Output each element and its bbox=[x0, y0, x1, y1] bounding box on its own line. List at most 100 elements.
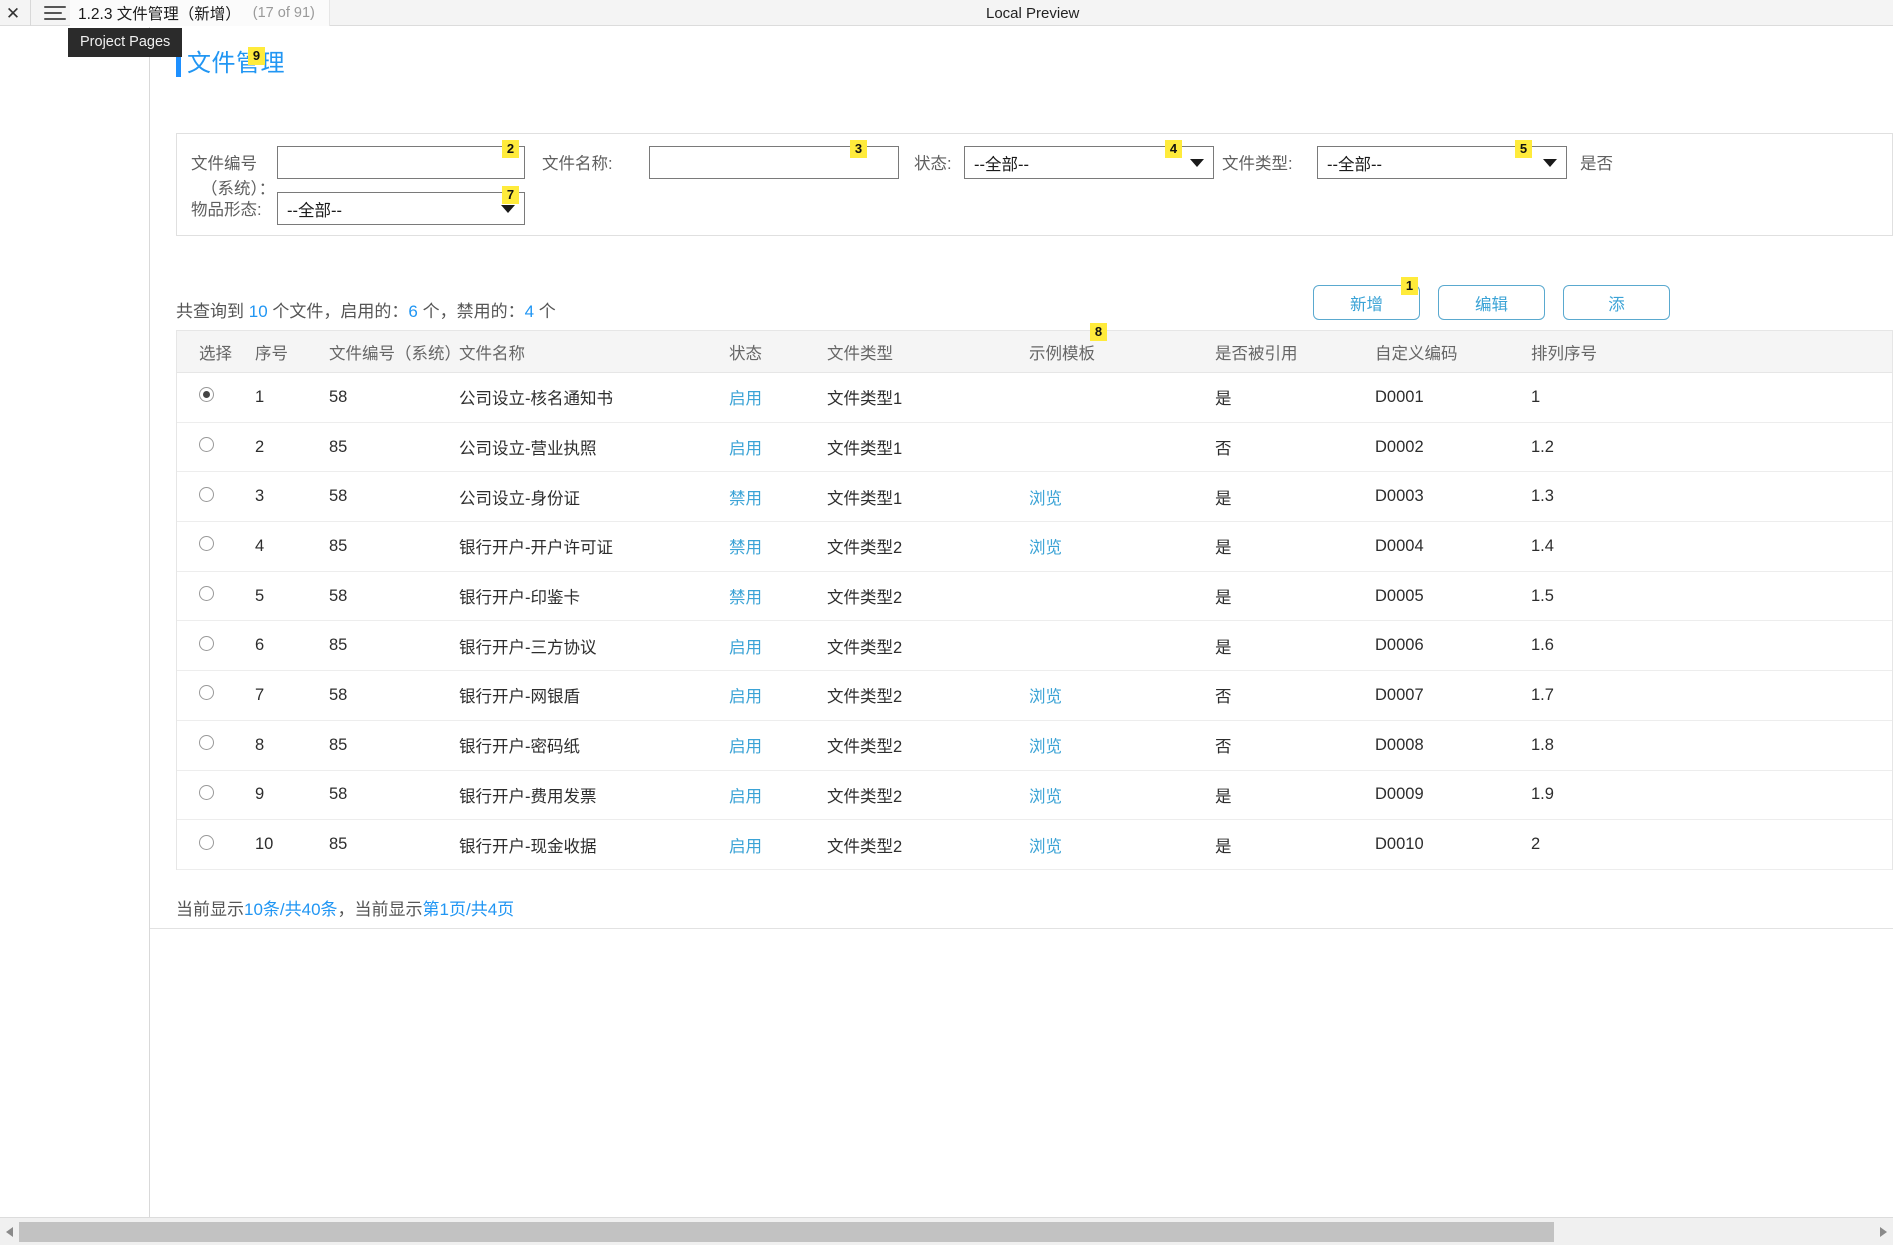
file-code-input[interactable] bbox=[277, 146, 525, 179]
row-seq: 8 bbox=[255, 735, 265, 754]
page-title-wrapper: 文件管理 bbox=[176, 51, 285, 77]
row-state: 禁用 bbox=[729, 489, 762, 508]
row-select-cell[interactable] bbox=[177, 387, 255, 407]
template-browse-link[interactable]: 浏览 bbox=[1029, 688, 1062, 706]
row-referenced: 是 bbox=[1215, 539, 1232, 558]
row-order: 1.6 bbox=[1531, 636, 1554, 655]
summary-mid2: 个，禁用的： bbox=[417, 302, 525, 321]
row-select-cell[interactable] bbox=[177, 834, 255, 855]
left-rail bbox=[0, 27, 149, 1217]
third-button[interactable]: 添 bbox=[1563, 285, 1670, 320]
radio-button[interactable] bbox=[199, 834, 214, 850]
chevron-down-icon bbox=[1543, 158, 1557, 167]
radio-button[interactable] bbox=[199, 586, 214, 602]
radio-button[interactable] bbox=[199, 685, 214, 701]
row-order: 1.5 bbox=[1531, 586, 1554, 605]
annotation-badge-1: 1 bbox=[1401, 277, 1418, 295]
template-browse-link[interactable]: 浏览 bbox=[1029, 788, 1062, 806]
row-file-name: 公司设立-身份证 bbox=[459, 489, 580, 508]
radio-button[interactable] bbox=[199, 735, 214, 751]
row-template-cell[interactable]: 浏览 bbox=[1029, 833, 1215, 857]
scroll-left-arrow-icon[interactable] bbox=[0, 1222, 19, 1242]
row-custom-code: D0008 bbox=[1375, 735, 1424, 754]
th-template: 示例模板 bbox=[1029, 344, 1095, 363]
row-file-name: 银行开户-网银盾 bbox=[459, 688, 580, 707]
radio-button[interactable] bbox=[199, 437, 214, 453]
row-file-code: 85 bbox=[329, 536, 348, 555]
th-referenced: 是否被引用 bbox=[1215, 344, 1298, 363]
table-row[interactable]: 8 85 银行开户-密码纸 启用 文件类型2 浏览 否 D0008 1.8 bbox=[177, 720, 1892, 771]
table-row[interactable]: 5 58 银行开户-印鉴卡 禁用 文件类型2 是 D0005 1.5 bbox=[177, 571, 1892, 622]
item-form-select[interactable]: --全部-- bbox=[277, 192, 525, 225]
row-template-cell[interactable]: 浏览 bbox=[1029, 733, 1215, 757]
table-row[interactable]: 3 58 公司设立-身份证 禁用 文件类型1 浏览 是 D0003 1.3 bbox=[177, 472, 1892, 523]
row-file-type: 文件类型2 bbox=[827, 787, 903, 806]
topbar-divider bbox=[30, 0, 31, 26]
th-state: 状态 bbox=[729, 344, 762, 363]
row-seq: 6 bbox=[255, 636, 265, 655]
row-file-name: 公司设立-核名通知书 bbox=[459, 390, 613, 409]
table-row[interactable]: 1 58 公司设立-核名通知书 启用 文件类型1 是 D0001 1 bbox=[177, 373, 1892, 423]
row-order: 1.9 bbox=[1531, 785, 1554, 804]
row-file-code: 85 bbox=[329, 735, 348, 754]
row-referenced: 是 bbox=[1215, 837, 1232, 856]
active-tab[interactable]: 1.2.3 文件管理（新增） (17 of 91) bbox=[70, 0, 330, 26]
template-browse-link[interactable]: 浏览 bbox=[1029, 838, 1062, 856]
row-file-type: 文件类型2 bbox=[827, 738, 903, 757]
row-select-cell[interactable] bbox=[177, 735, 255, 755]
row-select-cell[interactable] bbox=[177, 486, 255, 507]
row-custom-code: D0005 bbox=[1375, 586, 1424, 605]
row-file-code: 58 bbox=[329, 785, 348, 804]
row-state: 禁用 bbox=[729, 539, 762, 558]
row-select-cell[interactable] bbox=[177, 635, 255, 656]
table-row[interactable]: 4 85 银行开户-开户许可证 禁用 文件类型2 浏览 是 D0004 1.4 bbox=[177, 522, 1892, 572]
row-seq: 9 bbox=[255, 785, 265, 804]
row-order: 1.4 bbox=[1531, 536, 1554, 555]
horizontal-scrollbar[interactable] bbox=[0, 1217, 1893, 1245]
row-select-cell[interactable] bbox=[177, 586, 255, 606]
table-row[interactable]: 10 85 银行开户-现金收据 启用 文件类型2 浏览 是 D0010 2 bbox=[177, 820, 1892, 870]
row-referenced: 是 bbox=[1215, 390, 1232, 409]
content-bottom-divider bbox=[150, 928, 1893, 929]
table-row[interactable]: 2 85 公司设立-营业执照 启用 文件类型1 否 D0002 1.2 bbox=[177, 422, 1892, 473]
summary-total: 10 bbox=[248, 302, 268, 321]
summary-disabled: 4 bbox=[524, 302, 535, 321]
item-form-select-value: --全部-- bbox=[287, 201, 342, 220]
row-select-cell[interactable] bbox=[177, 784, 255, 805]
row-select-cell[interactable] bbox=[177, 685, 255, 705]
row-order: 1.8 bbox=[1531, 735, 1554, 754]
row-template-cell[interactable]: 浏览 bbox=[1029, 783, 1215, 807]
scroll-right-arrow-icon[interactable] bbox=[1874, 1222, 1893, 1242]
row-referenced: 是 bbox=[1215, 787, 1232, 806]
table-row[interactable]: 7 58 银行开户-网银盾 启用 文件类型2 浏览 否 D0007 1.7 bbox=[177, 671, 1892, 721]
pager-mid: ，当前显示 bbox=[337, 900, 423, 919]
close-icon[interactable]: ✕ bbox=[0, 0, 26, 26]
row-file-name: 银行开户-印鉴卡 bbox=[459, 589, 580, 608]
radio-button[interactable] bbox=[199, 536, 214, 552]
row-file-type: 文件类型2 bbox=[827, 589, 903, 608]
scrollbar-thumb[interactable] bbox=[19, 1222, 1554, 1242]
hamburger-icon[interactable] bbox=[44, 4, 68, 22]
template-browse-link[interactable]: 浏览 bbox=[1029, 539, 1062, 557]
radio-button[interactable] bbox=[199, 486, 214, 502]
row-template-cell[interactable]: 浏览 bbox=[1029, 534, 1215, 558]
table-header-row: 选择 序号 文件编号（系统） 文件名称 状态 文件类型 示例模板 是否被引用 自… bbox=[177, 330, 1892, 373]
table-row[interactable]: 9 58 银行开户-费用发票 启用 文件类型2 浏览 是 D0009 1.9 bbox=[177, 770, 1892, 821]
radio-button[interactable] bbox=[199, 635, 214, 651]
row-select-cell[interactable] bbox=[177, 536, 255, 556]
edit-button[interactable]: 编辑 bbox=[1438, 285, 1545, 320]
row-file-name: 公司设立-营业执照 bbox=[459, 440, 597, 459]
radio-button[interactable] bbox=[199, 387, 214, 403]
table-row[interactable]: 6 85 银行开户-三方协议 启用 文件类型2 是 D0006 1.6 bbox=[177, 621, 1892, 672]
template-browse-link[interactable]: 浏览 bbox=[1029, 738, 1062, 756]
row-seq: 7 bbox=[255, 685, 265, 704]
template-browse-link[interactable]: 浏览 bbox=[1029, 490, 1062, 508]
row-custom-code: D0010 bbox=[1375, 835, 1424, 854]
row-template-cell[interactable]: 浏览 bbox=[1029, 683, 1215, 707]
row-custom-code: D0006 bbox=[1375, 636, 1424, 655]
row-state: 启用 bbox=[729, 440, 762, 459]
radio-button[interactable] bbox=[199, 784, 214, 800]
row-select-cell[interactable] bbox=[177, 437, 255, 457]
row-order: 1 bbox=[1531, 387, 1541, 406]
row-template-cell[interactable]: 浏览 bbox=[1029, 485, 1215, 509]
